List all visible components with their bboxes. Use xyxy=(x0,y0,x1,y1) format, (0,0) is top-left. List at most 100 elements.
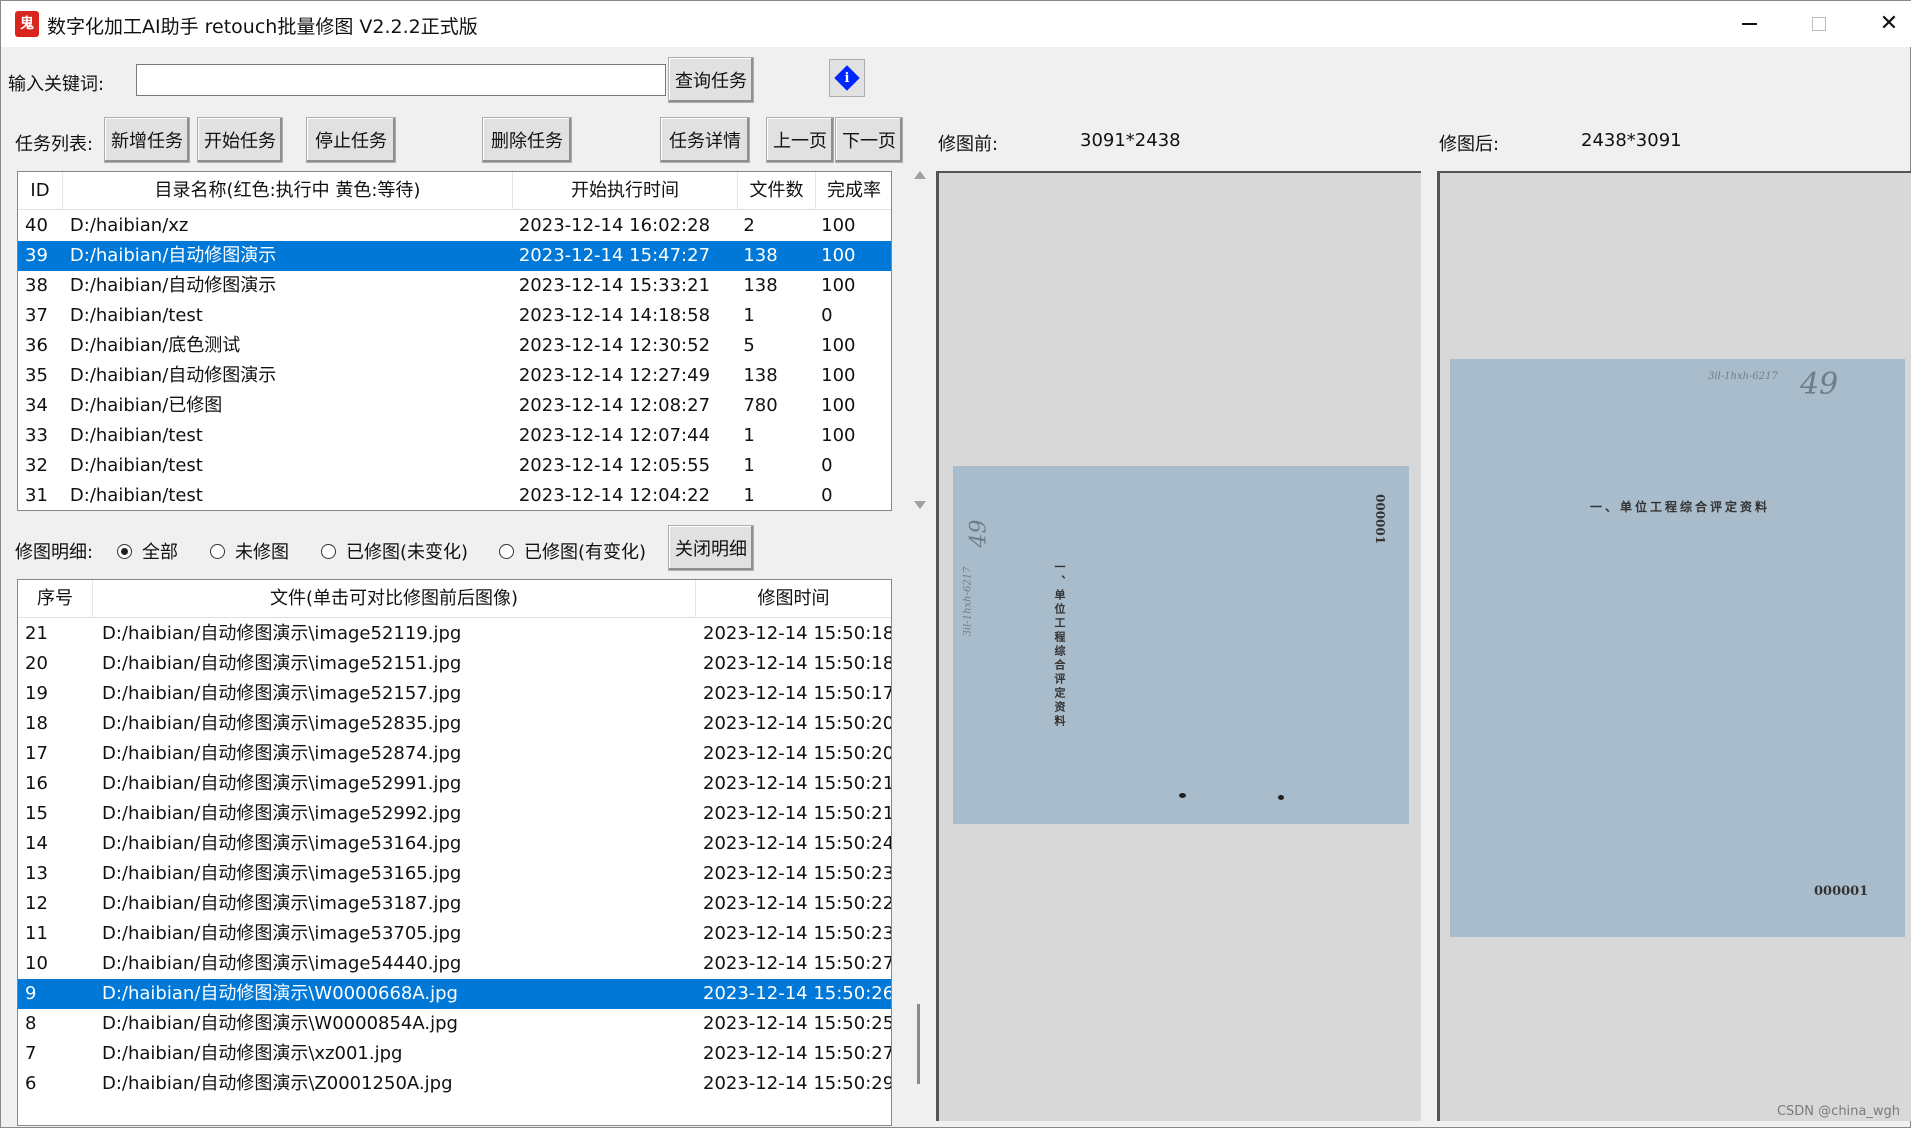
file-table-row[interactable]: 17 D:/haibian/自动修图演示\image52874.jpg 2023-1… xyxy=(18,739,891,769)
task-table-row[interactable]: 36 D:/haibian/底色测试 2023-12-14 12:30:52 5 100 xyxy=(18,331,891,361)
delete-task-button[interactable]: 删除任务 xyxy=(482,117,572,163)
task-details-button[interactable]: 任务详情 xyxy=(660,117,750,163)
file-table-row[interactable]: 15 D:/haibian/自动修图演示\image52992.jpg 2023-1… xyxy=(18,799,891,829)
file-table-row[interactable]: 9 D:/haibian/自动修图演示\W0000668A.jpg 2023-12-… xyxy=(18,979,891,1009)
task-table-row[interactable]: 37 D:/haibian/test 2023-12-14 14:18:58 1 0 xyxy=(18,301,891,331)
file-table-row[interactable]: 8 D:/haibian/自动修图演示\W0000854A.jpg 2023-12-… xyxy=(18,1009,891,1039)
task-id-cell: 39 xyxy=(25,245,48,266)
task-files-cell: 1 xyxy=(743,305,755,326)
column-header-file[interactable]: 文件(单击可对比修图前后图像) xyxy=(93,580,696,618)
add-task-button[interactable]: 新增任务 xyxy=(104,117,190,163)
task-table-row[interactable]: 33 D:/haibian/test 2023-12-14 12:07:44 1 100 xyxy=(18,421,891,451)
before-image-pane[interactable]: 一、单位工程综合评定资料 000001 49 3il-1hxh-6217 xyxy=(936,171,1421,1121)
file-table-row[interactable]: 16 D:/haibian/自动修图演示\image52991.jpg 2023-1… xyxy=(18,769,891,799)
column-header-file-count[interactable]: 文件数 xyxy=(738,172,816,210)
file-seq-cell: 21 xyxy=(25,623,48,644)
document-title-text: 一、单位工程综合评定资料 xyxy=(1590,500,1771,514)
stop-task-button[interactable]: 停止任务 xyxy=(306,117,396,163)
task-table-row[interactable]: 40 D:/haibian/xz 2023-12-14 16:02:28 2 100 xyxy=(18,211,891,241)
document-title-text: 一、单位工程综合评定资料 xyxy=(1053,561,1066,729)
file-table-row[interactable]: 14 D:/haibian/自动修图演示\image53164.jpg 2023-1… xyxy=(18,829,891,859)
task-table[interactable]: ID 目录名称(红色:执行中 黄色:等待) 开始执行时间 文件数 完成率 40 D… xyxy=(17,171,892,511)
column-header-id[interactable]: ID xyxy=(18,172,63,210)
before-label: 修图前: xyxy=(938,134,999,155)
file-time-cell: 2023-12-14 15:50:21 xyxy=(703,773,891,794)
close-details-button[interactable]: 关闭明细 xyxy=(668,525,754,571)
task-rate-cell: 100 xyxy=(821,215,856,236)
maximize-button[interactable] xyxy=(1784,1,1854,47)
column-header-start-time[interactable]: 开始执行时间 xyxy=(513,172,738,210)
task-files-cell: 1 xyxy=(743,425,755,446)
file-table-scrollbar[interactable] xyxy=(912,579,926,1126)
task-rate-cell: 100 xyxy=(821,275,856,296)
task-table-row[interactable]: 39 D:/haibian/自动修图演示 2023-12-14 15:47:27 13… xyxy=(18,241,891,271)
task-dir-cell: D:/haibian/test xyxy=(69,485,203,506)
task-table-row[interactable]: 34 D:/haibian/已修图 2023-12-14 12:08:27 780 10… xyxy=(18,391,891,421)
task-table-row[interactable]: 38 D:/haibian/自动修图演示 2023-12-14 15:33:21 13… xyxy=(18,271,891,301)
file-seq-cell: 20 xyxy=(25,653,48,674)
scroll-up-icon[interactable] xyxy=(914,171,926,179)
file-table-row[interactable]: 10 D:/haibian/自动修图演示\image54440.jpg 2023-1… xyxy=(18,949,891,979)
file-seq-cell: 14 xyxy=(25,833,48,854)
file-time-cell: 2023-12-14 15:50:18 xyxy=(703,653,891,674)
task-table-header: ID 目录名称(红色:执行中 黄色:等待) 开始执行时间 文件数 完成率 xyxy=(18,172,891,210)
file-path-cell: D:/haibian/自动修图演示\W0000854A.jpg xyxy=(102,1013,458,1034)
file-path-cell: D:/haibian/自动修图演示\image52992.jpg xyxy=(102,803,462,824)
after-document-image[interactable]: 一、单位工程综合评定资料 000001 49 3il-1hxh-6217 xyxy=(1450,359,1905,937)
task-id-cell: 33 xyxy=(25,425,48,446)
before-size: 3091*2438 xyxy=(1080,130,1181,151)
filter-radio-retouched-changed[interactable]: 已修图(有变化) xyxy=(499,538,646,564)
task-time-cell: 2023-12-14 15:47:27 xyxy=(518,245,711,266)
column-header-dir[interactable]: 目录名称(红色:执行中 黄色:等待) xyxy=(63,172,513,210)
after-image-pane[interactable]: 一、单位工程综合评定资料 000001 49 3il-1hxh-6217 xyxy=(1437,171,1911,1121)
query-task-button[interactable]: 查询任务 xyxy=(668,57,754,103)
info-button[interactable]: i xyxy=(829,59,865,97)
filter-radio-retouched-unchanged[interactable]: 已修图(未变化) xyxy=(321,538,468,564)
task-time-cell: 2023-12-14 12:30:52 xyxy=(518,335,711,356)
column-header-retouch-time[interactable]: 修图时间 xyxy=(696,580,891,618)
scroll-down-icon[interactable] xyxy=(914,501,926,509)
column-header-completion[interactable]: 完成率 xyxy=(816,172,891,210)
file-path-cell: D:/haibian/自动修图演示\image53705.jpg xyxy=(102,923,462,944)
prev-page-button[interactable]: 上一页 xyxy=(766,117,834,163)
task-dir-cell: D:/haibian/自动修图演示 xyxy=(69,365,277,386)
filter-radio-unretouched[interactable]: 未修图 xyxy=(210,538,289,564)
file-table-row[interactable]: 7 D:/haibian/自动修图演示\xz001.jpg 2023-12-14 1… xyxy=(18,1039,891,1069)
window-title: 数字化加工AI助手 retouch批量修图 V2.2.2正式版 xyxy=(47,16,478,38)
task-table-row[interactable]: 35 D:/haibian/自动修图演示 2023-12-14 12:27:49 13… xyxy=(18,361,891,391)
file-path-cell: D:/haibian/自动修图演示\image52874.jpg xyxy=(102,743,462,764)
handwritten-number: 49 xyxy=(1800,367,1839,402)
file-seq-cell: 12 xyxy=(25,893,48,914)
filter-radio-all[interactable]: 全部 xyxy=(117,538,178,564)
task-files-cell: 1 xyxy=(743,455,755,476)
before-document-image[interactable]: 一、单位工程综合评定资料 000001 49 3il-1hxh-6217 xyxy=(953,466,1409,824)
close-button[interactable]: ✕ xyxy=(1854,1,1911,47)
file-table[interactable]: 序号 文件(单击可对比修图前后图像) 修图时间 21 D:/haibian/自动修… xyxy=(17,579,892,1126)
task-table-row[interactable]: 32 D:/haibian/test 2023-12-14 12:05:55 1 0 xyxy=(18,451,891,481)
file-seq-cell: 15 xyxy=(25,803,48,824)
task-area-scrollbar[interactable] xyxy=(912,171,926,511)
file-table-row[interactable]: 6 D:/haibian/自动修图演示\Z0001250A.jpg 2023-12-… xyxy=(18,1069,891,1099)
file-table-row[interactable]: 19 D:/haibian/自动修图演示\image52157.jpg 2023-1… xyxy=(18,679,891,709)
file-table-row[interactable]: 11 D:/haibian/自动修图演示\image53705.jpg 2023-1… xyxy=(18,919,891,949)
task-dir-cell: D:/haibian/test xyxy=(69,305,203,326)
file-table-row[interactable]: 20 D:/haibian/自动修图演示\image52151.jpg 2023-1… xyxy=(18,649,891,679)
task-files-cell: 138 xyxy=(743,245,778,266)
file-path-cell: D:/haibian/自动修图演示\xz001.jpg xyxy=(102,1043,403,1064)
app-logo-icon: 鬼 xyxy=(15,11,39,37)
file-table-row[interactable]: 12 D:/haibian/自动修图演示\image53187.jpg 2023-1… xyxy=(18,889,891,919)
file-table-row[interactable]: 18 D:/haibian/自动修图演示\image52835.jpg 2023-1… xyxy=(18,709,891,739)
keyword-input[interactable] xyxy=(136,64,666,96)
start-task-button[interactable]: 开始任务 xyxy=(197,117,283,163)
scrollbar-thumb[interactable] xyxy=(917,1004,920,1084)
radio-unchecked-icon xyxy=(210,543,225,559)
next-page-button[interactable]: 下一页 xyxy=(835,117,903,163)
column-header-seq[interactable]: 序号 xyxy=(18,580,93,618)
file-table-row[interactable]: 21 D:/haibian/自动修图演示\image52119.jpg 2023-1… xyxy=(18,619,891,649)
minimize-button[interactable] xyxy=(1714,1,1784,47)
file-table-row[interactable]: 13 D:/haibian/自动修图演示\image53165.jpg 2023-1… xyxy=(18,859,891,889)
task-table-row[interactable]: 31 D:/haibian/test 2023-12-14 12:04:22 1 0 xyxy=(18,481,891,510)
task-dir-cell: D:/haibian/底色测试 xyxy=(69,335,241,356)
task-rate-cell: 0 xyxy=(821,455,833,476)
task-files-cell: 780 xyxy=(743,395,778,416)
